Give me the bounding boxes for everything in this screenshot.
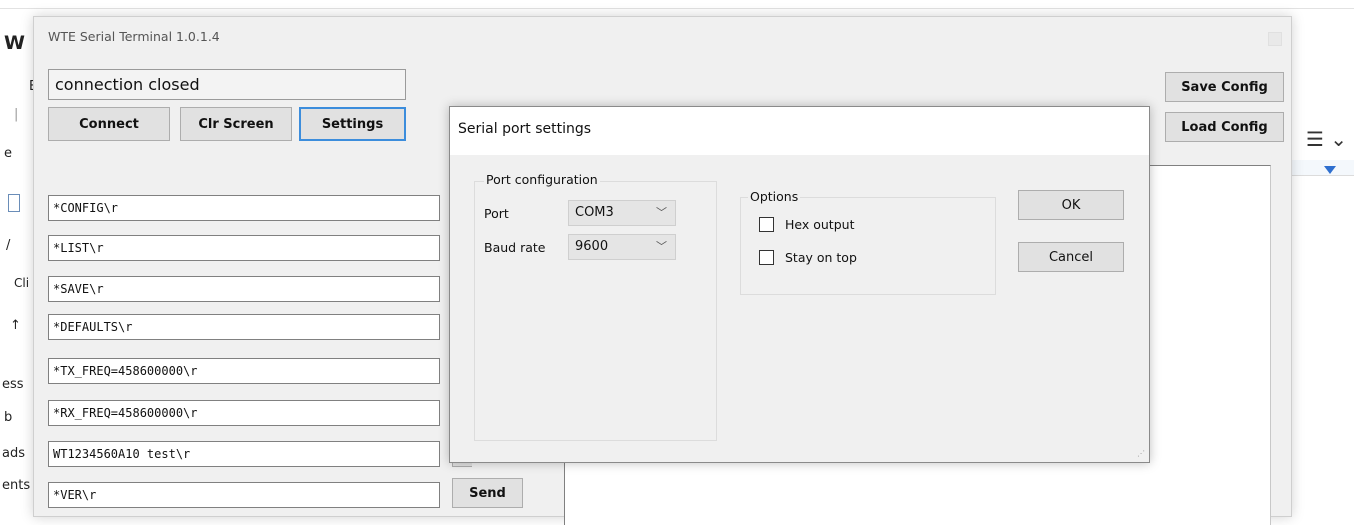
ruler-indent-marker-icon[interactable] (1324, 166, 1336, 174)
hex-output-label: Hex output (785, 217, 855, 232)
baud-rate-label: Baud rate (484, 240, 546, 255)
resize-grip-icon[interactable]: ⋰ (1137, 449, 1145, 458)
command-input[interactable]: *CONFIG\r (48, 195, 440, 221)
window-title: WTE Serial Terminal 1.0.1.4 (48, 29, 220, 44)
background-fragment: b (4, 410, 13, 425)
document-icon (8, 194, 20, 212)
up-arrow-icon: ↑ (10, 318, 21, 333)
baud-rate-select[interactable]: 9600 ﹀ (568, 234, 676, 260)
load-config-button[interactable]: Load Config (1165, 112, 1284, 142)
ruler (1292, 160, 1354, 176)
command-input[interactable]: *DEFAULTS\r (48, 314, 440, 340)
background-fragment: / (6, 238, 11, 253)
command-input[interactable]: *RX_FREQ=458600000\r (48, 400, 440, 426)
background-fragment: ads (2, 446, 25, 461)
background-app-title-fragment: W (4, 32, 25, 54)
hex-output-checkbox[interactable] (759, 217, 774, 232)
cancel-button[interactable]: Cancel (1018, 242, 1124, 272)
list-bullets-icon[interactable]: ☰ ⌄ (1306, 127, 1347, 151)
background-fragment: ents (2, 478, 31, 493)
background-fragment: Cli (14, 276, 30, 290)
baud-rate-select-value: 9600 (575, 239, 609, 254)
background-topline (0, 8, 1354, 9)
background-fragment: e (4, 146, 12, 161)
clr-screen-button[interactable]: Clr Screen (180, 107, 292, 141)
close-icon[interactable] (1268, 32, 1282, 46)
stay-on-top-label: Stay on top (785, 250, 857, 265)
background-fragment: | (14, 107, 19, 122)
port-configuration-label: Port configuration (484, 172, 600, 187)
command-input[interactable]: *LIST\r (48, 235, 440, 261)
chevron-down-icon: ﹀ (656, 206, 667, 219)
background-fragment: ess (2, 377, 24, 392)
options-label: Options (748, 189, 801, 204)
stay-on-top-checkbox[interactable] (759, 250, 774, 265)
serial-port-settings-dialog: Serial port settings Port configuration … (449, 106, 1150, 463)
connect-button[interactable]: Connect (48, 107, 170, 141)
port-select-value: COM3 (575, 205, 614, 220)
command-input[interactable]: WT1234560A10 test\r (48, 441, 440, 467)
chevron-down-icon: ﹀ (656, 240, 667, 253)
port-label: Port (484, 206, 509, 221)
settings-button[interactable]: Settings (299, 107, 406, 141)
dialog-title: Serial port settings (458, 121, 592, 137)
options-group (740, 197, 996, 295)
connection-status-field: connection closed (48, 69, 406, 100)
command-input[interactable]: *TX_FREQ=458600000\r (48, 358, 440, 384)
command-input[interactable]: *VER\r (48, 482, 440, 508)
command-input[interactable]: *SAVE\r (48, 276, 440, 302)
save-config-button[interactable]: Save Config (1165, 72, 1284, 102)
dialog-title-bar[interactable]: Serial port settings (450, 107, 1149, 155)
ok-button[interactable]: OK (1018, 190, 1124, 220)
port-select[interactable]: COM3 ﹀ (568, 200, 676, 226)
send-button[interactable]: Send (452, 478, 523, 508)
